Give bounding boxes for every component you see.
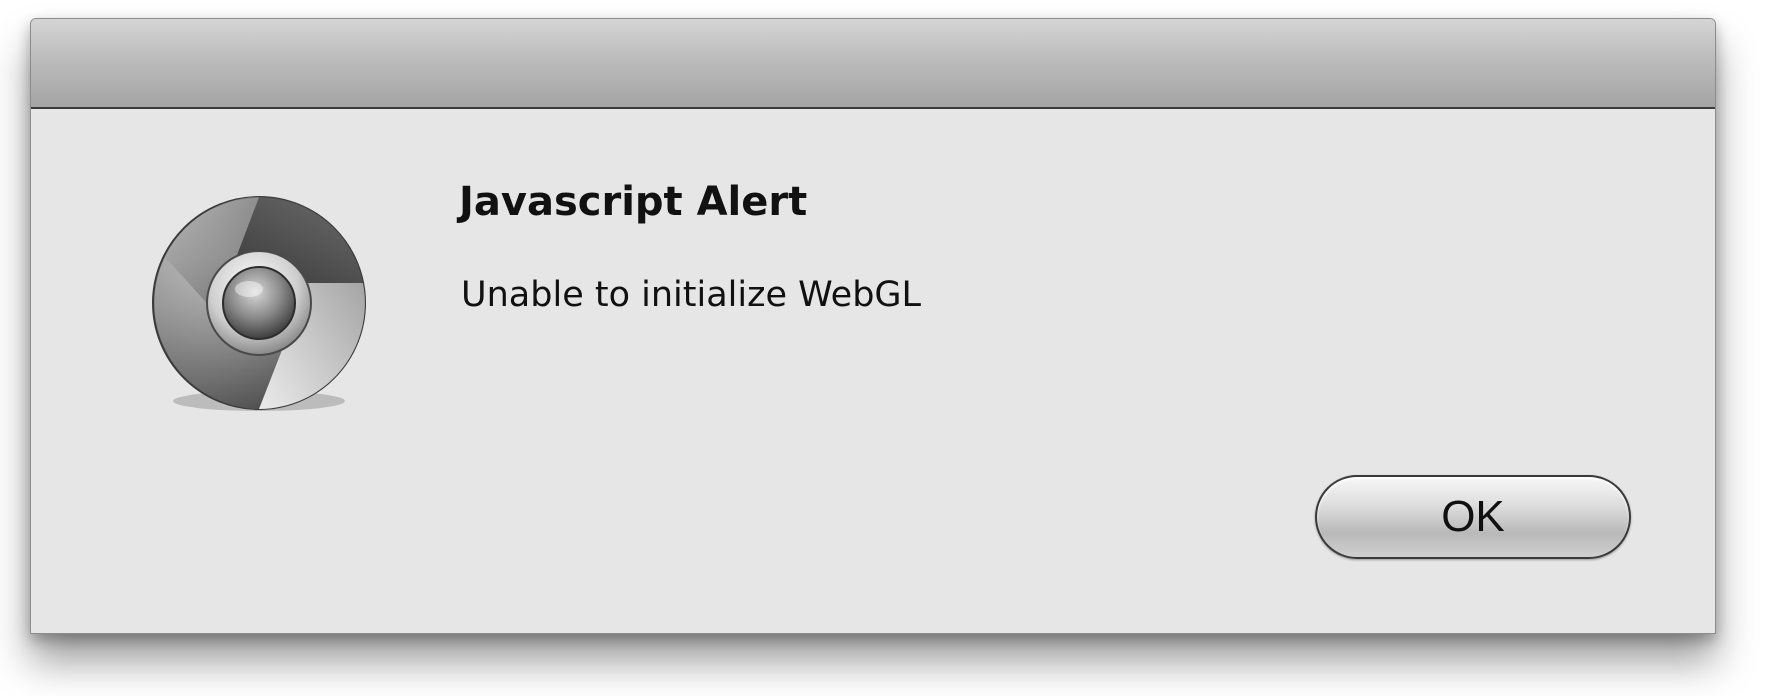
ok-button-label: OK [1441, 492, 1505, 541]
ok-button[interactable]: OK [1315, 475, 1631, 559]
alert-message: Unable to initialize WebGL [461, 275, 922, 315]
dialog-titlebar[interactable] [31, 19, 1715, 109]
javascript-alert-dialog: Javascript Alert Unable to initialize We… [30, 18, 1716, 634]
chrome-browser-icon [141, 187, 377, 423]
alert-title: Javascript Alert [459, 179, 808, 225]
screen: Javascript Alert Unable to initialize We… [0, 0, 1778, 696]
